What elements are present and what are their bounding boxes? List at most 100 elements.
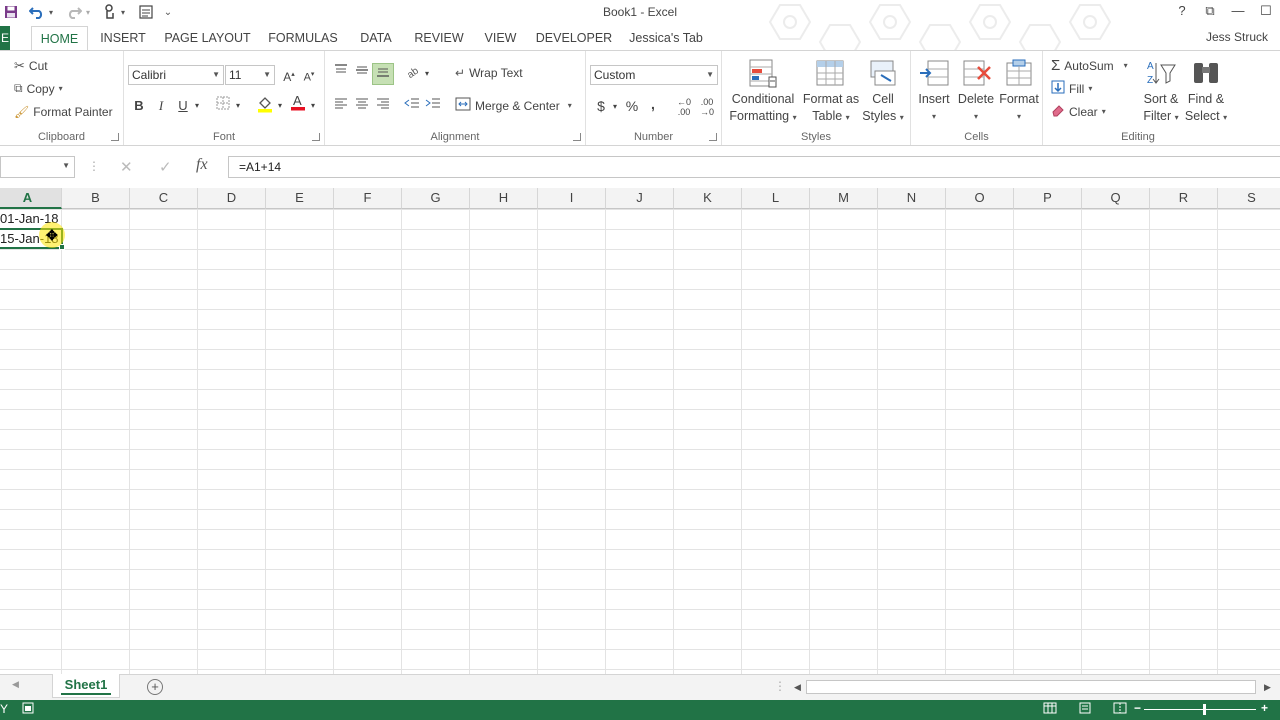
column-header-k[interactable]: K xyxy=(674,188,742,209)
number-format-combo[interactable]: Custom ▼ xyxy=(590,65,718,85)
zoom-slider-track[interactable] xyxy=(1144,709,1256,710)
merge-center-button[interactable]: Merge & Center ▾ xyxy=(455,97,572,114)
align-middle-icon[interactable] xyxy=(352,63,372,82)
fill-button[interactable]: Fill ▾ xyxy=(1051,80,1092,97)
enter-icon[interactable]: ✓ xyxy=(159,158,172,176)
tab-review[interactable]: REVIEW xyxy=(410,26,468,50)
increase-indent-icon[interactable] xyxy=(423,96,443,114)
column-header-r[interactable]: R xyxy=(1150,188,1218,209)
formula-input[interactable]: =A1+14 xyxy=(228,156,1280,178)
column-header-o[interactable]: O xyxy=(946,188,1014,209)
copy-button[interactable]: ⧉ Copy ▾ xyxy=(14,81,63,96)
column-header-l[interactable]: L xyxy=(742,188,810,209)
column-header-b[interactable]: B xyxy=(62,188,130,209)
autosum-button[interactable]: Σ AutoSum ▾ xyxy=(1051,57,1128,74)
format-as-table-button[interactable]: Format as Table ▾ xyxy=(800,57,862,126)
tab-page-layout[interactable]: PAGE LAYOUT xyxy=(160,26,255,50)
orientation-icon[interactable]: ab xyxy=(405,64,423,83)
align-center-icon[interactable] xyxy=(352,96,372,114)
formula-bar-grip-icon[interactable]: ⋮ xyxy=(88,159,100,173)
wrap-text-button[interactable]: ↵ Wrap Text xyxy=(455,66,523,80)
cell-styles-button[interactable]: Cell Styles ▾ xyxy=(860,57,906,126)
number-launcher-icon[interactable] xyxy=(709,133,717,141)
font-launcher-icon[interactable] xyxy=(312,133,320,141)
zoom-in-icon[interactable]: + xyxy=(1261,701,1268,715)
tab-insert[interactable]: INSERT xyxy=(94,26,152,50)
zoom-out-icon[interactable]: − xyxy=(1134,701,1141,715)
align-bottom-icon[interactable] xyxy=(372,63,394,85)
sheet-nav-left-icon[interactable]: ◀ xyxy=(12,679,19,690)
clipboard-launcher-icon[interactable] xyxy=(111,133,119,141)
column-header-e[interactable]: E xyxy=(266,188,334,209)
macro-record-icon[interactable] xyxy=(22,702,34,717)
underline-button[interactable]: U xyxy=(175,97,191,115)
font-color-icon[interactable]: A xyxy=(289,93,307,116)
insert-cells-button[interactable]: Insert ▾ xyxy=(913,57,955,125)
format-cells-button[interactable]: Format ▾ xyxy=(997,57,1041,125)
maximize-icon[interactable]: ☐ xyxy=(1252,3,1280,19)
currency-button[interactable]: $ xyxy=(594,97,608,115)
new-sheet-button[interactable]: + xyxy=(147,679,163,695)
alignment-launcher-icon[interactable] xyxy=(573,133,581,141)
column-header-c[interactable]: C xyxy=(130,188,198,209)
cut-button[interactable]: ✂ Cut xyxy=(14,58,48,74)
tab-jessicas-tab[interactable]: Jessica's Tab xyxy=(624,26,708,50)
worksheet-grid[interactable]: ABCDEFGHIJKLMNOPQRS 01-Jan-18 15-Jan-18 … xyxy=(0,188,1280,674)
borders-icon[interactable] xyxy=(214,96,232,115)
align-top-icon[interactable] xyxy=(331,63,351,82)
cancel-icon[interactable]: ✕ xyxy=(120,158,133,176)
column-header-f[interactable]: F xyxy=(334,188,402,209)
font-color-dropdown-icon[interactable]: ▾ xyxy=(309,97,317,115)
find-select-button[interactable]: Find & Select ▾ xyxy=(1183,57,1229,126)
tab-data[interactable]: DATA xyxy=(352,26,400,50)
clear-button[interactable]: Clear ▾ xyxy=(1051,103,1106,120)
decrease-font-size-icon[interactable]: A▾ xyxy=(300,66,318,87)
insert-function-icon[interactable]: fx xyxy=(196,156,208,174)
font-name-combo[interactable]: Calibri ▼ xyxy=(128,65,224,85)
format-painter-button[interactable]: 🖌 Format Painter xyxy=(14,105,113,119)
orientation-dropdown-icon[interactable]: ▾ xyxy=(423,65,431,83)
column-header-s[interactable]: S xyxy=(1218,188,1280,209)
column-header-n[interactable]: N xyxy=(878,188,946,209)
bold-button[interactable]: B xyxy=(131,97,147,115)
tab-file[interactable]: E xyxy=(0,26,10,50)
tab-splitter-icon[interactable]: ⋮ xyxy=(774,679,786,693)
column-header-a[interactable]: A xyxy=(0,188,62,209)
ribbon-display-options-icon[interactable]: ⧉ xyxy=(1196,3,1224,19)
currency-dropdown-icon[interactable]: ▾ xyxy=(611,98,619,116)
column-header-h[interactable]: H xyxy=(470,188,538,209)
increase-font-size-icon[interactable]: A▴ xyxy=(280,66,298,86)
user-name[interactable]: Jess Struck xyxy=(1206,30,1268,44)
underline-dropdown-icon[interactable]: ▾ xyxy=(193,97,201,115)
tab-formulas[interactable]: FORMULAS xyxy=(264,26,342,50)
page-layout-view-icon[interactable] xyxy=(1078,702,1092,717)
decrease-indent-icon[interactable] xyxy=(402,96,422,114)
help-icon[interactable]: ? xyxy=(1168,3,1196,19)
column-header-j[interactable]: J xyxy=(606,188,674,209)
normal-view-icon[interactable] xyxy=(1043,702,1057,717)
comma-button[interactable]: , xyxy=(646,95,660,113)
scroll-left-icon[interactable]: ◀ xyxy=(794,679,801,695)
scroll-right-icon[interactable]: ▶ xyxy=(1264,679,1271,695)
name-box[interactable]: ▼ xyxy=(0,156,75,178)
fill-color-icon[interactable] xyxy=(256,95,274,118)
zoom-slider-thumb[interactable] xyxy=(1203,704,1206,715)
tab-view[interactable]: VIEW xyxy=(478,26,523,50)
borders-dropdown-icon[interactable]: ▾ xyxy=(234,97,242,115)
font-size-combo[interactable]: 11 ▼ xyxy=(225,65,275,85)
scroll-thumb[interactable] xyxy=(806,680,1256,694)
conditional-formatting-button[interactable]: Conditional Formatting ▾ xyxy=(726,57,800,126)
column-header-p[interactable]: P xyxy=(1014,188,1082,209)
sort-filter-button[interactable]: AZ Sort & Filter ▾ xyxy=(1139,57,1183,126)
sheet-tab-sheet1[interactable]: Sheet1 xyxy=(52,674,120,698)
fill-color-dropdown-icon[interactable]: ▾ xyxy=(276,97,284,115)
column-header-d[interactable]: D xyxy=(198,188,266,209)
column-header-i[interactable]: I xyxy=(538,188,606,209)
percent-button[interactable]: % xyxy=(624,97,640,115)
italic-button[interactable]: I xyxy=(153,97,169,115)
delete-cells-button[interactable]: Delete ▾ xyxy=(955,57,997,125)
tab-home[interactable]: HOME xyxy=(31,26,88,51)
tab-developer[interactable]: DEVELOPER xyxy=(532,26,616,50)
page-break-view-icon[interactable] xyxy=(1113,702,1127,717)
align-left-icon[interactable] xyxy=(331,96,351,114)
